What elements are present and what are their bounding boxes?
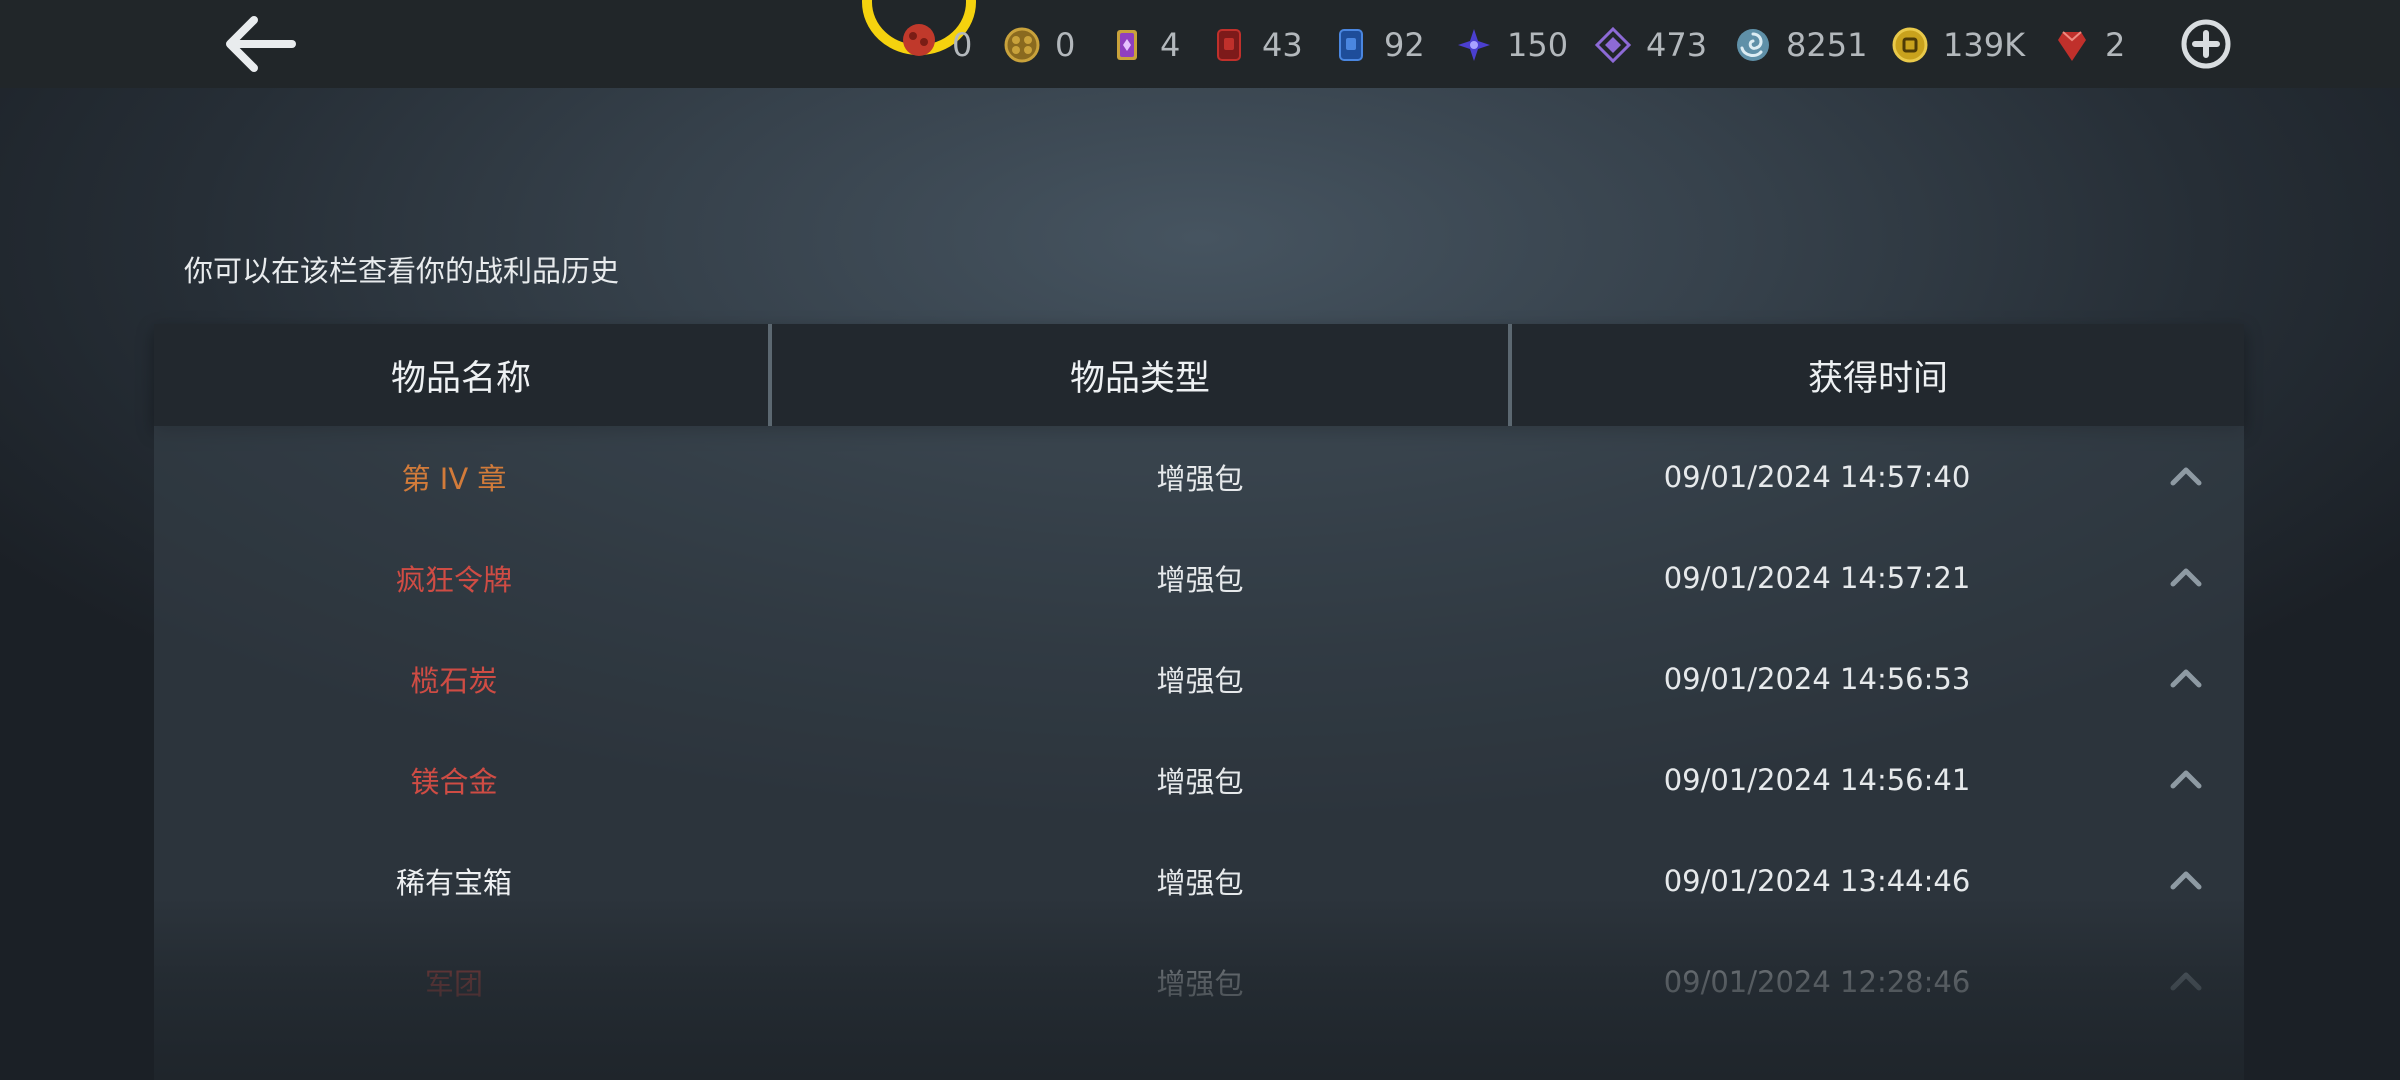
item-name: 疯狂令牌 <box>396 562 513 597</box>
top-bar: 0 0 4 43 92 150 473 8251 139K 2 <box>0 0 2400 88</box>
currency-value: 0 <box>1055 26 1076 64</box>
currency-value: 43 <box>1262 26 1303 64</box>
currency-swirl[interactable]: 8251 <box>1734 22 1867 68</box>
purple-diamond-icon <box>1594 26 1632 64</box>
bronze-coin-icon <box>1004 27 1040 63</box>
currency-red-card[interactable]: 43 <box>1210 22 1303 68</box>
chevron-up-icon[interactable] <box>2169 459 2203 493</box>
item-name: 镁合金 <box>410 764 498 799</box>
plus-circle-icon <box>2181 19 2231 69</box>
chevron-up-icon[interactable] <box>2169 863 2203 897</box>
chevron-up-icon[interactable] <box>2169 560 2203 594</box>
table-row[interactable]: 军团 增强包 09/01/2024 12:28:46 <box>154 931 2244 1032</box>
loot-history-table: 第 IV 章 增强包 09/01/2024 14:57:40 疯狂令牌 增强包 … <box>154 426 2244 1080</box>
currency-bronze-coin[interactable]: 0 <box>1003 22 1075 68</box>
purple-ticket-icon <box>1117 30 1137 60</box>
table-row[interactable]: 榄石炭 增强包 09/01/2024 14:56:53 <box>154 628 2244 729</box>
item-name: 军团 <box>425 966 484 1001</box>
obtained-time: 09/01/2024 14:57:21 <box>1663 560 1971 595</box>
item-type: 增强包 <box>1156 966 1244 1001</box>
obtained-time: 09/01/2024 14:56:53 <box>1663 661 1971 696</box>
red-card-icon <box>1217 29 1241 61</box>
column-header-item-type: 物品类型 <box>1069 358 1210 399</box>
currency-purple-diamond[interactable]: 473 <box>1594 22 1707 68</box>
loot-history-description: 你可以在该栏查看你的战利品历史 <box>184 254 620 288</box>
table-row[interactable]: 第 IV 章 增强包 09/01/2024 14:57:40 <box>154 426 2244 527</box>
currency-value: 473 <box>1646 26 1708 64</box>
obtained-time: 09/01/2024 14:57:40 <box>1663 459 1971 494</box>
currency-value: 150 <box>1507 26 1569 64</box>
table-row[interactable]: 镁合金 增强包 09/01/2024 14:56:41 <box>154 729 2244 830</box>
currency-gold-coin[interactable]: 139K <box>1891 22 2025 68</box>
currency-fire-orb[interactable]: 0 <box>924 22 972 68</box>
item-type: 增强包 <box>1156 562 1244 597</box>
currency-value: 2 <box>2105 26 2126 64</box>
gold-coin-icon <box>1892 27 1928 63</box>
column-header-item-name: 物品名称 <box>390 358 531 399</box>
currency-blue-card[interactable]: 92 <box>1332 22 1425 68</box>
item-type: 增强包 <box>1156 461 1244 496</box>
currency-value: 92 <box>1384 26 1425 64</box>
item-type: 增强包 <box>1156 865 1244 900</box>
blue-star-icon <box>1458 29 1490 61</box>
table-header: 物品名称 物品类型 获得时间 <box>154 324 2244 426</box>
obtained-time: 09/01/2024 13:44:46 <box>1663 863 1971 898</box>
table-row[interactable]: 疯狂令牌 增强包 09/01/2024 14:57:21 <box>154 527 2244 628</box>
currency-red-gem[interactable]: 2 <box>2053 22 2125 68</box>
item-type: 增强包 <box>1156 764 1244 799</box>
item-name: 榄石炭 <box>410 663 498 698</box>
item-name: 稀有宝箱 <box>396 865 513 900</box>
currency-blue-star[interactable]: 150 <box>1455 22 1568 68</box>
currency-value: 4 <box>1160 26 1181 64</box>
back-button[interactable] <box>222 14 298 74</box>
add-currency-button[interactable] <box>2180 18 2232 70</box>
chevron-up-icon[interactable] <box>2169 762 2203 796</box>
chevron-up-icon[interactable] <box>2169 964 2203 998</box>
swirl-icon <box>1737 29 1769 61</box>
chevron-up-icon[interactable] <box>2169 661 2203 695</box>
item-name: 第 IV 章 <box>401 461 507 496</box>
back-arrow-icon <box>226 16 296 72</box>
red-gem-icon <box>2058 31 2086 61</box>
currency-purple-ticket[interactable]: 4 <box>1108 22 1180 68</box>
table-row[interactable]: 稀有宝箱 增强包 09/01/2024 13:44:46 <box>154 830 2244 931</box>
item-type: 增强包 <box>1156 663 1244 698</box>
column-header-obtained-time: 获得时间 <box>1807 358 1948 399</box>
obtained-time: 09/01/2024 12:28:46 <box>1663 964 1971 999</box>
blue-card-icon <box>1339 29 1363 61</box>
currency-value: 139K <box>1943 26 2026 64</box>
obtained-time: 09/01/2024 14:56:41 <box>1663 762 1971 797</box>
currency-value: 8251 <box>1786 26 1868 64</box>
currency-value: 0 <box>952 26 973 64</box>
